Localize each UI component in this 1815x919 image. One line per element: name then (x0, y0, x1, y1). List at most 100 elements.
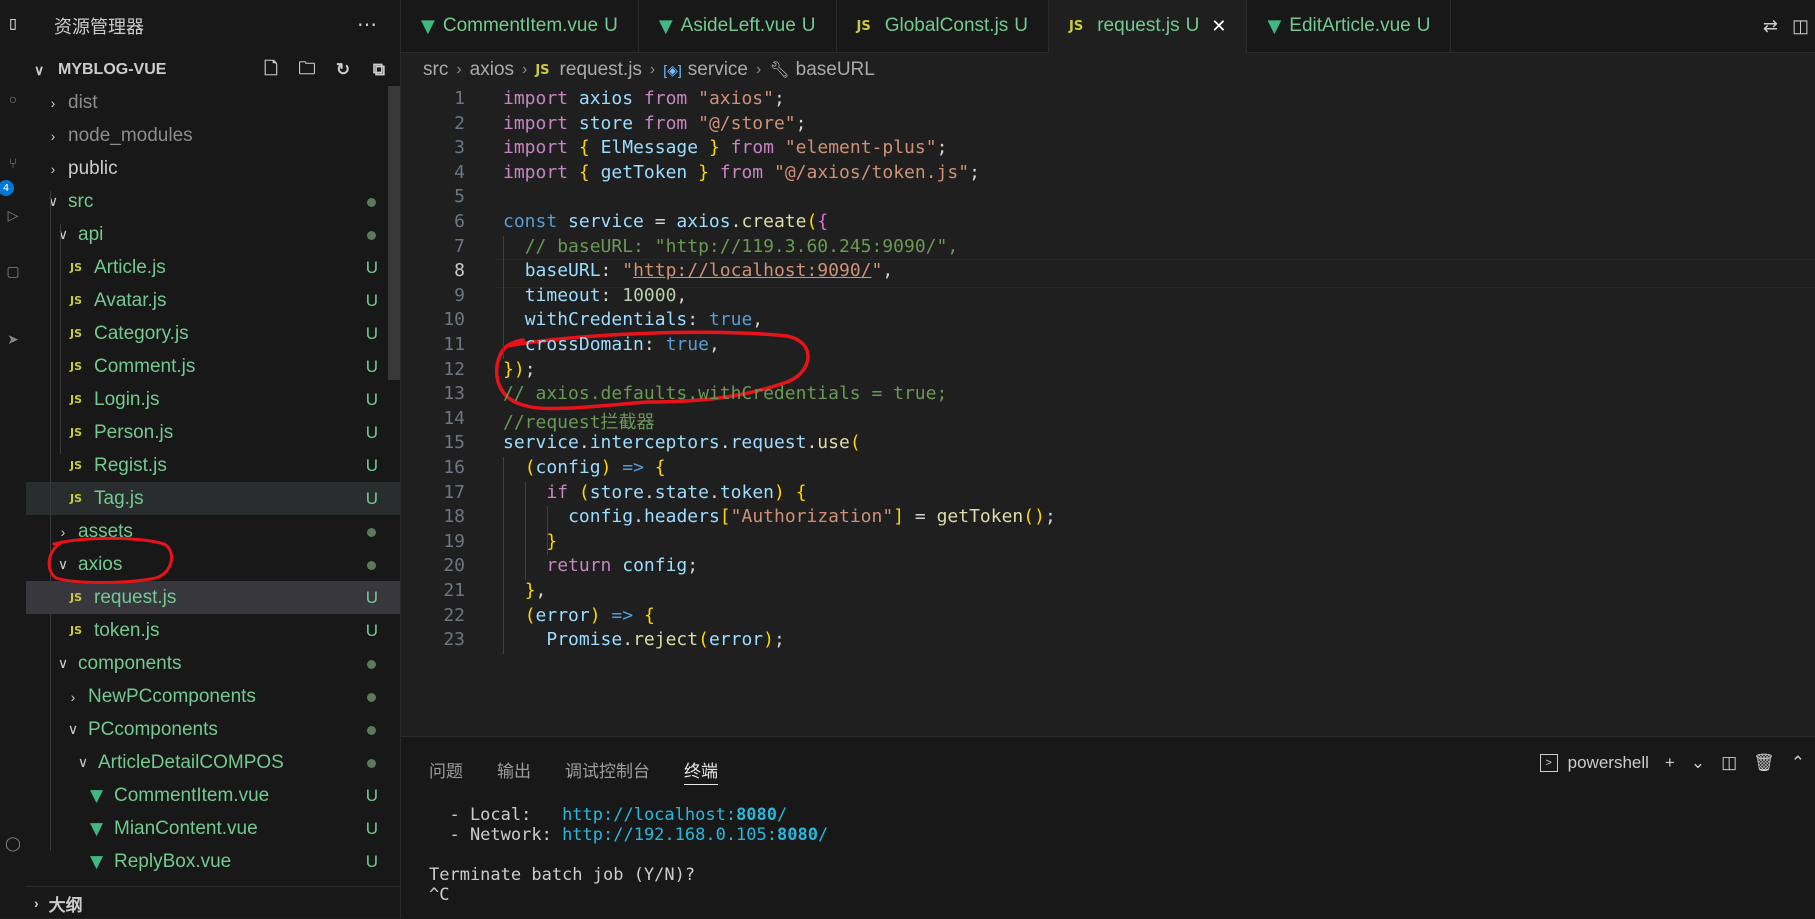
terminal-network-url[interactable]: http://192.168.0.105:8080/ (562, 825, 828, 845)
line-number: 14 (443, 407, 465, 429)
js-file-icon: JS (535, 62, 550, 78)
folder-item[interactable]: › dist (26, 86, 400, 119)
run-debug-icon[interactable]: ▷ (0, 202, 26, 228)
file-item[interactable]: ▼ ReplyBox.vue U (26, 845, 400, 878)
code-line: config.headers["Authorization"] = getTok… (568, 506, 1056, 528)
git-status-untracked: U (365, 785, 378, 805)
chevron-down-icon: ∨ (77, 754, 89, 770)
annotation-circle-axios (47, 536, 173, 584)
tree-item-label: Avatar.js (94, 289, 167, 311)
git-status-dot (367, 198, 376, 207)
chevron-right-icon: › (755, 61, 762, 78)
folder-item[interactable]: ∨ src (26, 185, 400, 218)
file-item[interactable]: JS Person.js U (26, 416, 400, 449)
line-number: 6 (454, 211, 465, 232)
file-item[interactable]: ▼ CommentItem.vue U (26, 779, 400, 812)
tab-status: U (1185, 15, 1200, 36)
url-text: / (777, 805, 788, 825)
panel-tabs: 问题 输出 调试控制台 终端 (429, 757, 718, 785)
tree-item-label: dist (68, 91, 98, 113)
folder-item[interactable]: › public (26, 152, 400, 185)
file-item[interactable]: JS Regist.js U (26, 449, 400, 482)
chevron-up-icon[interactable]: ⌃ (1791, 753, 1805, 773)
trash-icon[interactable]: 🗑︎ (1753, 753, 1775, 773)
tree-item-label: Comment.js (94, 355, 196, 377)
indent-guide (60, 224, 61, 454)
chevron-right-icon: › (70, 688, 76, 705)
chevron-right-icon: › (50, 94, 56, 111)
close-icon[interactable]: ✕ (1211, 16, 1226, 37)
new-folder-icon[interactable]: 🗀 (294, 58, 320, 82)
js-file-icon: JS (70, 492, 83, 505)
breadcrumb-service[interactable]: service (688, 59, 748, 81)
tree-item-label: CommentItem.vue (114, 784, 270, 806)
tab-label: CommentItem.vue (442, 15, 599, 36)
new-terminal-icon[interactable]: + (1665, 753, 1675, 773)
editor-tab[interactable]: ▼ CommentItem.vue U (401, 0, 639, 52)
indent-guide (503, 235, 504, 359)
panel-tab[interactable]: 问题 (429, 757, 463, 785)
remote-icon[interactable]: ➤ (0, 326, 26, 352)
editor-tab[interactable]: ▼ EditArticle.vue U (1247, 0, 1452, 52)
file-item[interactable]: JS Avatar.js U (26, 284, 400, 317)
file-item[interactable]: JS token.js U (26, 614, 400, 647)
collapse-all-icon[interactable]: ⧉ (366, 58, 392, 82)
file-item[interactable]: JS Category.js U (26, 317, 400, 350)
extensions-icon[interactable]: ▢ (0, 258, 26, 284)
split-terminal-icon[interactable]: ◫ (1721, 753, 1737, 773)
indent-guide (547, 506, 548, 556)
folder-item[interactable]: ∨ ArticleDetailCOMPOS (26, 746, 400, 779)
git-status-untracked: U (365, 488, 378, 508)
git-status-untracked: U (365, 620, 378, 640)
search-icon[interactable]: ○ (0, 86, 26, 112)
explorer-icon[interactable]: ▯ (0, 10, 26, 36)
breadcrumb-baseurl[interactable]: baseURL (796, 59, 875, 81)
compare-changes-icon[interactable]: ⇄ (1763, 16, 1778, 37)
new-file-icon[interactable]: 🗋 (258, 58, 284, 82)
file-item[interactable]: JS request.js U (26, 581, 400, 614)
tree-item-label: Regist.js (94, 454, 167, 476)
folder-item[interactable]: ∨ PCcomponents (26, 713, 400, 746)
git-status-untracked: U (365, 587, 378, 607)
terminal-local-url[interactable]: http://localhost:8080/ (562, 805, 787, 825)
panel-tab[interactable]: 输出 (497, 757, 531, 785)
code-line: service.interceptors.request.use( (503, 432, 861, 454)
refresh-icon[interactable]: ↻ (330, 58, 356, 82)
panel-tab[interactable]: 终端 (684, 757, 718, 785)
file-item[interactable]: JS Login.js U (26, 383, 400, 416)
terminal-ctrl-c: ^C (429, 885, 450, 905)
folder-item[interactable]: ∨ api (26, 218, 400, 251)
git-status-untracked: U (365, 422, 378, 442)
git-status-untracked: U (365, 257, 378, 277)
editor-tab[interactable]: JS request.js U ✕ (1049, 0, 1248, 53)
chevron-right-icon: › (50, 127, 56, 144)
terminal-output[interactable]: - Local: http://localhost:8080/ - Networ… (429, 805, 828, 905)
editor-tab[interactable]: JS GlobalConst.js U (837, 0, 1050, 52)
chevron-down-icon[interactable]: ⌄ (1691, 753, 1705, 773)
breadcrumb-src[interactable]: src (423, 59, 448, 81)
sidebar-scrollbar[interactable] (388, 86, 400, 380)
more-actions-icon[interactable]: ⋯ (357, 12, 378, 37)
outline-section[interactable]: › 大纲 (26, 886, 400, 919)
project-header[interactable]: ∨ MYBLOG-VUE 🗋 🗀 ↻ ⧉ (26, 56, 400, 84)
folder-item[interactable]: › NewPCcomponents (26, 680, 400, 713)
editor-tab[interactable]: ▼ AsideLeft.vue U (639, 0, 837, 52)
js-file-icon: JS (70, 426, 83, 439)
panel-tab[interactable]: 调试控制台 (565, 757, 650, 785)
code-editor[interactable]: 1 import axios from "axios"; 2 import store… (401, 86, 1815, 736)
tab-label: request.js (1097, 15, 1180, 36)
file-item[interactable]: JS Tag.js U (26, 482, 400, 515)
file-item[interactable]: JS Article.js U (26, 251, 400, 284)
split-editor-icon[interactable]: ◫ (1792, 16, 1809, 37)
folder-item[interactable]: ∨ components (26, 647, 400, 680)
js-file-icon: JS (856, 18, 871, 34)
file-item[interactable]: JS Comment.js U (26, 350, 400, 383)
breadcrumb-request-js[interactable]: request.js (560, 59, 642, 81)
folder-item[interactable]: › node_modules (26, 119, 400, 152)
chevron-down-icon: ∨ (34, 61, 45, 78)
source-control-icon[interactable]: ⑂ (0, 150, 26, 176)
breadcrumb-axios[interactable]: axios (470, 59, 514, 81)
file-item[interactable]: ▼ MianContent.vue U (26, 812, 400, 845)
terminal-selector[interactable]: > powershell (1539, 753, 1649, 773)
account-icon[interactable]: ◯ (0, 830, 26, 856)
